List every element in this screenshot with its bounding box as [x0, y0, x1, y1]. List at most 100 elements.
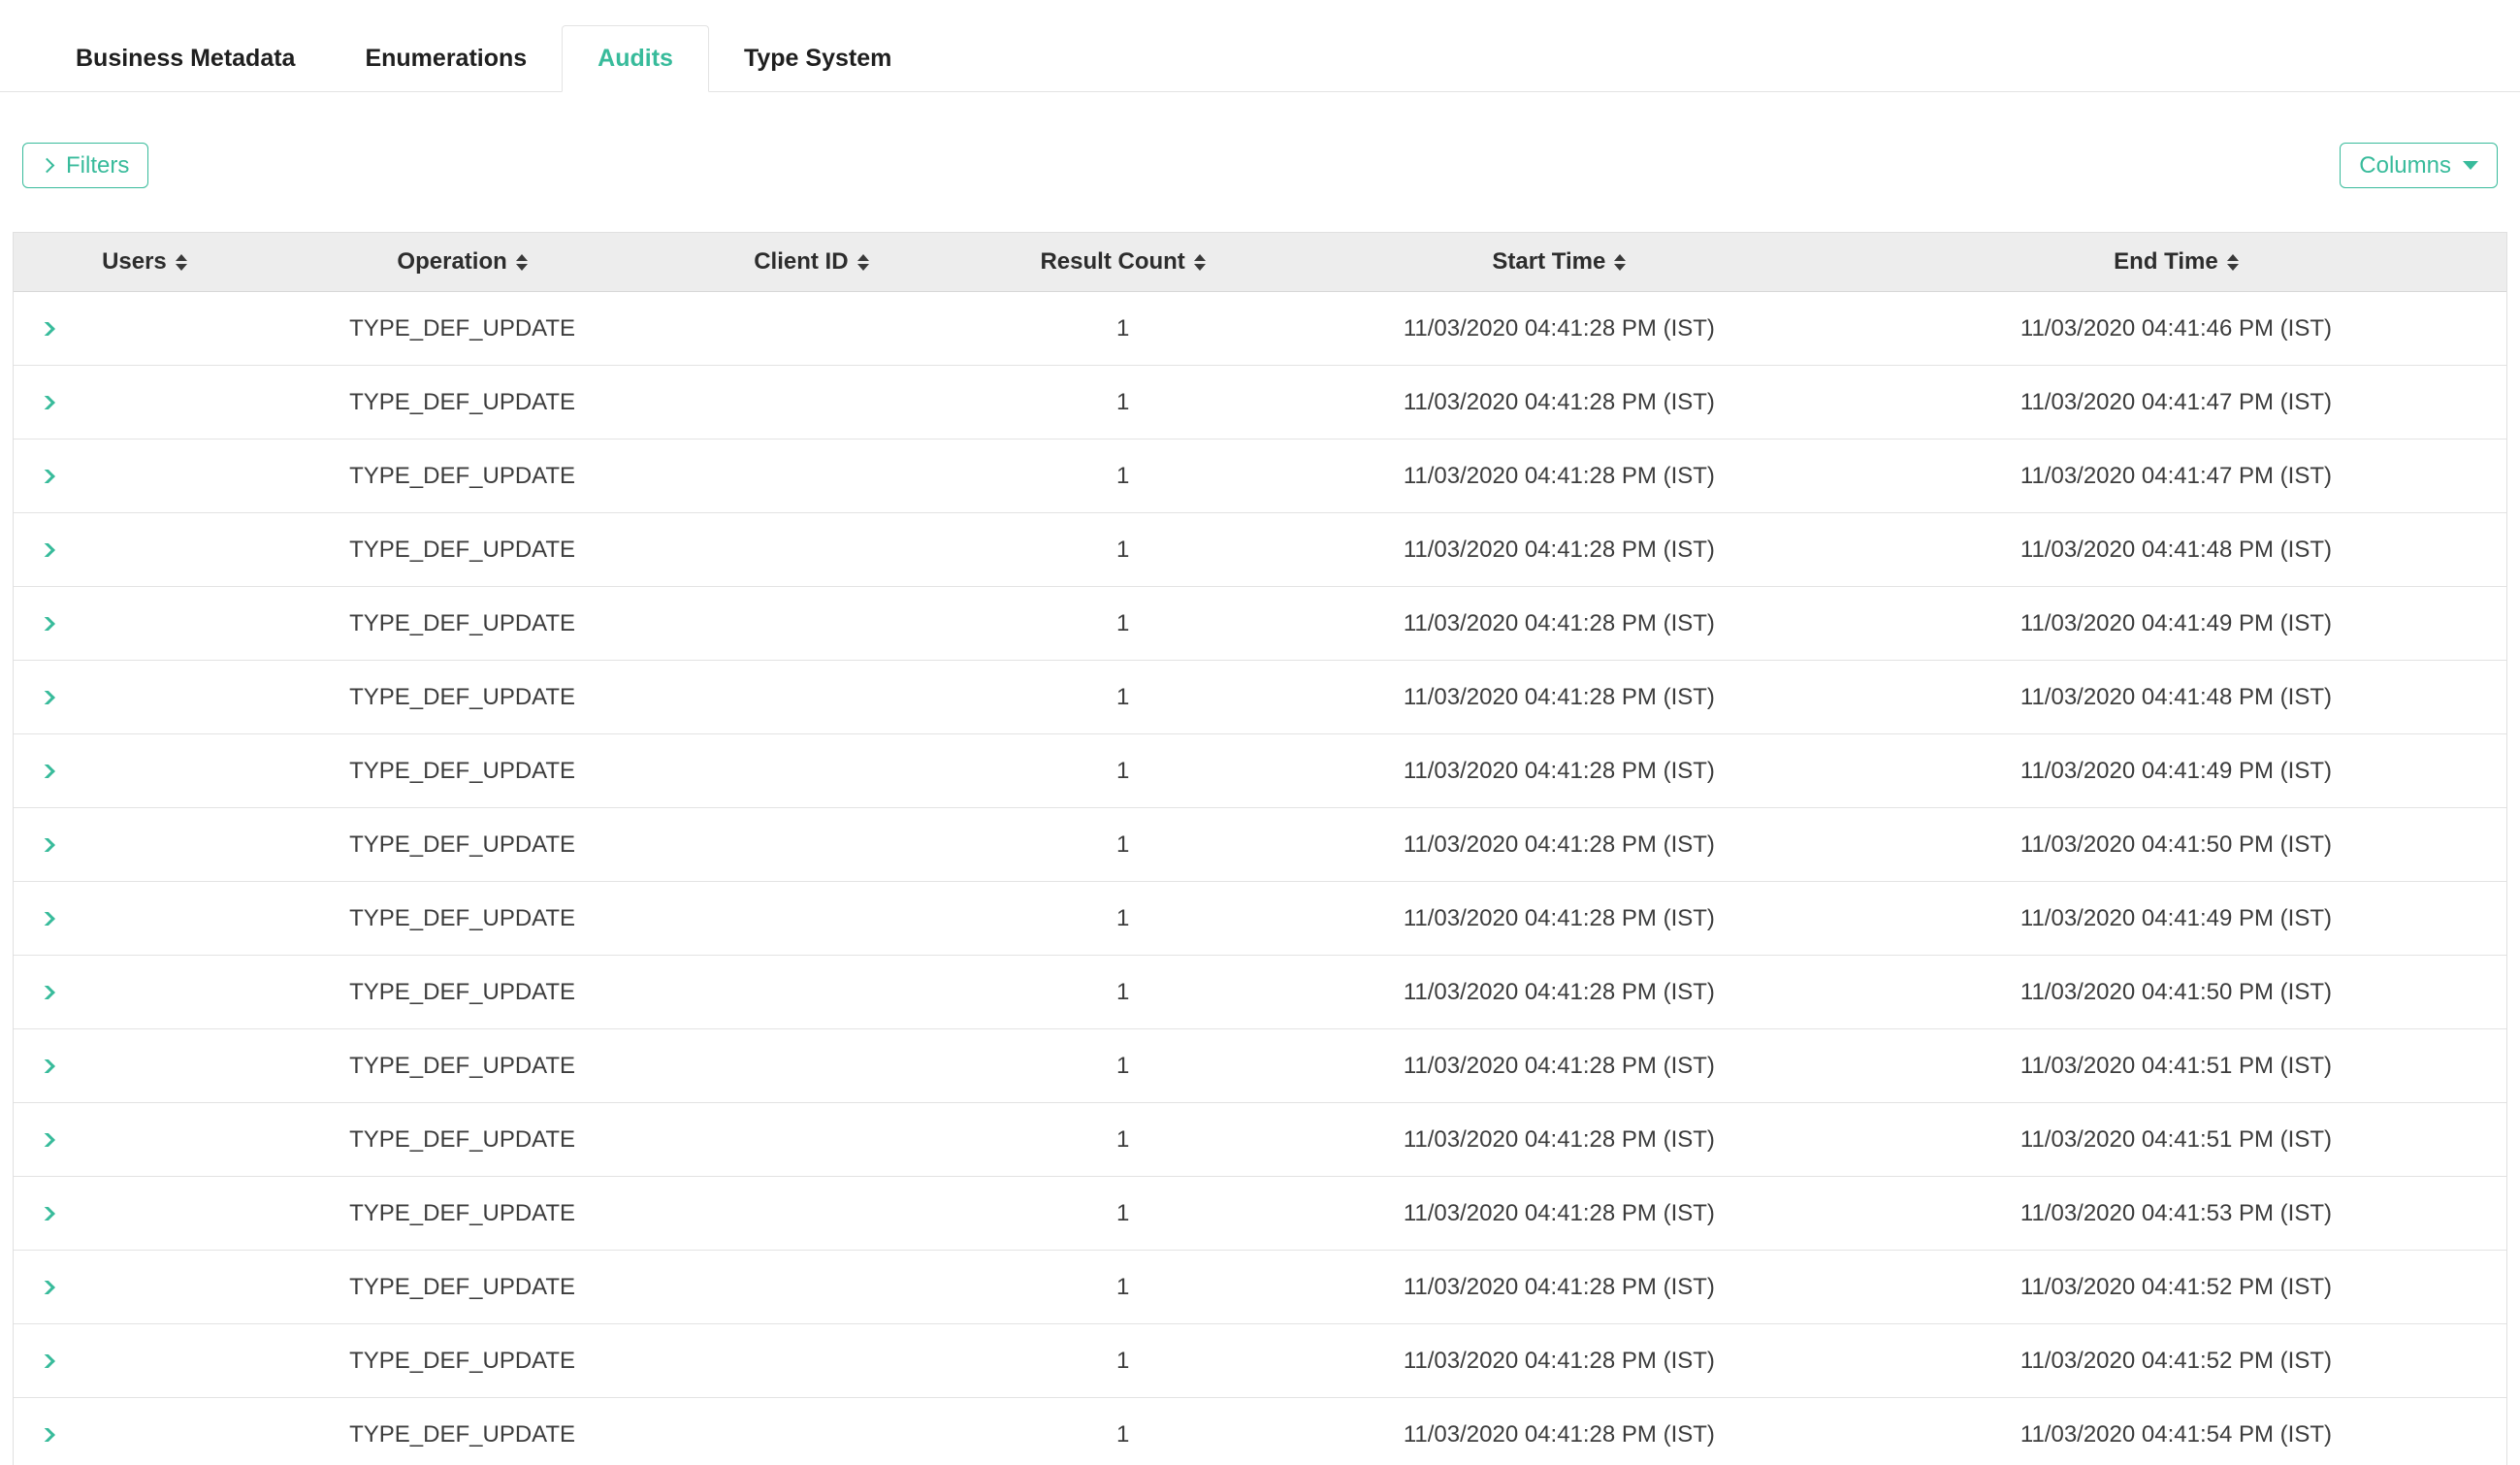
- table-row: TYPE_DEF_UPDATE 1 11/03/2020 04:41:28 PM…: [14, 661, 2506, 734]
- expand-chevron-icon[interactable]: [36, 691, 55, 704]
- cell-end-time: 11/03/2020 04:41:52 PM (IST): [1846, 1274, 2506, 1301]
- cell-end-time: 11/03/2020 04:41:52 PM (IST): [1846, 1348, 2506, 1375]
- cell-end-time: 11/03/2020 04:41:53 PM (IST): [1846, 1200, 2506, 1227]
- cell-end-time: 11/03/2020 04:41:49 PM (IST): [1846, 905, 2506, 932]
- column-header-result-count[interactable]: Result Count: [973, 248, 1272, 276]
- cell-operation: TYPE_DEF_UPDATE: [275, 758, 650, 785]
- cell-users: [14, 617, 275, 631]
- table-row: TYPE_DEF_UPDATE 1 11/03/2020 04:41:28 PM…: [14, 587, 2506, 661]
- table-row: TYPE_DEF_UPDATE 1 11/03/2020 04:41:28 PM…: [14, 1398, 2506, 1465]
- expand-chevron-icon[interactable]: [36, 322, 55, 336]
- column-header-end-time[interactable]: End Time: [1846, 248, 2506, 276]
- table-row: TYPE_DEF_UPDATE 1 11/03/2020 04:41:28 PM…: [14, 440, 2506, 513]
- table-body: TYPE_DEF_UPDATE 1 11/03/2020 04:41:28 PM…: [14, 292, 2506, 1465]
- cell-end-time: 11/03/2020 04:41:46 PM (IST): [1846, 315, 2506, 342]
- cell-operation: TYPE_DEF_UPDATE: [275, 1421, 650, 1449]
- cell-operation: TYPE_DEF_UPDATE: [275, 1053, 650, 1080]
- cell-start-time: 11/03/2020 04:41:28 PM (IST): [1273, 905, 1846, 932]
- cell-users: [14, 1428, 275, 1442]
- audits-table: Users Operation Client ID Result Count S…: [13, 232, 2507, 1465]
- expand-chevron-icon[interactable]: [36, 1281, 55, 1294]
- cell-end-time: 11/03/2020 04:41:48 PM (IST): [1846, 537, 2506, 564]
- column-label: Operation: [397, 248, 506, 276]
- column-header-client-id[interactable]: Client ID: [649, 248, 973, 276]
- cell-end-time: 11/03/2020 04:41:50 PM (IST): [1846, 979, 2506, 1006]
- cell-result-count: 1: [973, 684, 1272, 711]
- cell-operation: TYPE_DEF_UPDATE: [275, 1348, 650, 1375]
- cell-end-time: 11/03/2020 04:41:47 PM (IST): [1846, 389, 2506, 416]
- cell-result-count: 1: [973, 831, 1272, 859]
- cell-operation: TYPE_DEF_UPDATE: [275, 905, 650, 932]
- cell-end-time: 11/03/2020 04:41:51 PM (IST): [1846, 1053, 2506, 1080]
- cell-end-time: 11/03/2020 04:41:50 PM (IST): [1846, 831, 2506, 859]
- expand-chevron-icon[interactable]: [36, 1207, 55, 1221]
- column-label: Users: [102, 248, 167, 276]
- cell-users: [14, 838, 275, 852]
- expand-chevron-icon[interactable]: [36, 986, 55, 999]
- tab-audits[interactable]: Audits: [562, 25, 709, 92]
- expand-chevron-icon[interactable]: [36, 838, 55, 852]
- cell-start-time: 11/03/2020 04:41:28 PM (IST): [1273, 610, 1846, 637]
- cell-operation: TYPE_DEF_UPDATE: [275, 831, 650, 859]
- column-label: Client ID: [754, 248, 848, 276]
- table-row: TYPE_DEF_UPDATE 1 11/03/2020 04:41:28 PM…: [14, 1324, 2506, 1398]
- cell-result-count: 1: [973, 315, 1272, 342]
- table-row: TYPE_DEF_UPDATE 1 11/03/2020 04:41:28 PM…: [14, 808, 2506, 882]
- expand-chevron-icon[interactable]: [36, 396, 55, 409]
- sort-icon: [516, 254, 528, 271]
- cell-users: [14, 470, 275, 483]
- cell-operation: TYPE_DEF_UPDATE: [275, 463, 650, 490]
- cell-start-time: 11/03/2020 04:41:28 PM (IST): [1273, 831, 1846, 859]
- cell-start-time: 11/03/2020 04:41:28 PM (IST): [1273, 1274, 1846, 1301]
- cell-start-time: 11/03/2020 04:41:28 PM (IST): [1273, 684, 1846, 711]
- tab-type-system[interactable]: Type System: [709, 26, 926, 91]
- expand-chevron-icon[interactable]: [36, 1133, 55, 1147]
- cell-users: [14, 543, 275, 557]
- cell-result-count: 1: [973, 463, 1272, 490]
- cell-result-count: 1: [973, 979, 1272, 1006]
- columns-button[interactable]: Columns: [2340, 143, 2498, 188]
- expand-chevron-icon[interactable]: [36, 617, 55, 631]
- table-row: TYPE_DEF_UPDATE 1 11/03/2020 04:41:28 PM…: [14, 956, 2506, 1029]
- tab-business-metadata[interactable]: Business Metadata: [41, 26, 330, 91]
- cell-result-count: 1: [973, 610, 1272, 637]
- expand-chevron-icon[interactable]: [36, 470, 55, 483]
- cell-result-count: 1: [973, 1200, 1272, 1227]
- cell-start-time: 11/03/2020 04:41:28 PM (IST): [1273, 1348, 1846, 1375]
- cell-end-time: 11/03/2020 04:41:49 PM (IST): [1846, 610, 2506, 637]
- column-header-users[interactable]: Users: [14, 248, 275, 276]
- expand-chevron-icon[interactable]: [36, 1428, 55, 1442]
- cell-users: [14, 912, 275, 926]
- column-label: End Time: [2114, 248, 2218, 276]
- table-row: TYPE_DEF_UPDATE 1 11/03/2020 04:41:28 PM…: [14, 734, 2506, 808]
- expand-chevron-icon[interactable]: [36, 1059, 55, 1073]
- cell-start-time: 11/03/2020 04:41:28 PM (IST): [1273, 1200, 1846, 1227]
- expand-chevron-icon[interactable]: [36, 912, 55, 926]
- cell-operation: TYPE_DEF_UPDATE: [275, 684, 650, 711]
- expand-chevron-icon[interactable]: [36, 543, 55, 557]
- filters-button[interactable]: Filters: [22, 143, 148, 188]
- cell-operation: TYPE_DEF_UPDATE: [275, 537, 650, 564]
- table-row: TYPE_DEF_UPDATE 1 11/03/2020 04:41:28 PM…: [14, 1251, 2506, 1324]
- tab-enumerations[interactable]: Enumerations: [330, 26, 562, 91]
- cell-start-time: 11/03/2020 04:41:28 PM (IST): [1273, 979, 1846, 1006]
- column-header-start-time[interactable]: Start Time: [1273, 248, 1846, 276]
- cell-end-time: 11/03/2020 04:41:54 PM (IST): [1846, 1421, 2506, 1449]
- table-row: TYPE_DEF_UPDATE 1 11/03/2020 04:41:28 PM…: [14, 1029, 2506, 1103]
- column-header-operation[interactable]: Operation: [275, 248, 650, 276]
- cell-end-time: 11/03/2020 04:41:49 PM (IST): [1846, 758, 2506, 785]
- expand-chevron-icon[interactable]: [36, 765, 55, 778]
- cell-result-count: 1: [973, 1421, 1272, 1449]
- cell-users: [14, 1133, 275, 1147]
- cell-result-count: 1: [973, 905, 1272, 932]
- expand-chevron-icon[interactable]: [36, 1354, 55, 1368]
- cell-users: [14, 1207, 275, 1221]
- cell-start-time: 11/03/2020 04:41:28 PM (IST): [1273, 1421, 1846, 1449]
- cell-result-count: 1: [973, 1053, 1272, 1080]
- cell-end-time: 11/03/2020 04:41:51 PM (IST): [1846, 1126, 2506, 1154]
- cell-start-time: 11/03/2020 04:41:28 PM (IST): [1273, 758, 1846, 785]
- cell-result-count: 1: [973, 1348, 1272, 1375]
- cell-operation: TYPE_DEF_UPDATE: [275, 610, 650, 637]
- cell-users: [14, 1354, 275, 1368]
- cell-operation: TYPE_DEF_UPDATE: [275, 315, 650, 342]
